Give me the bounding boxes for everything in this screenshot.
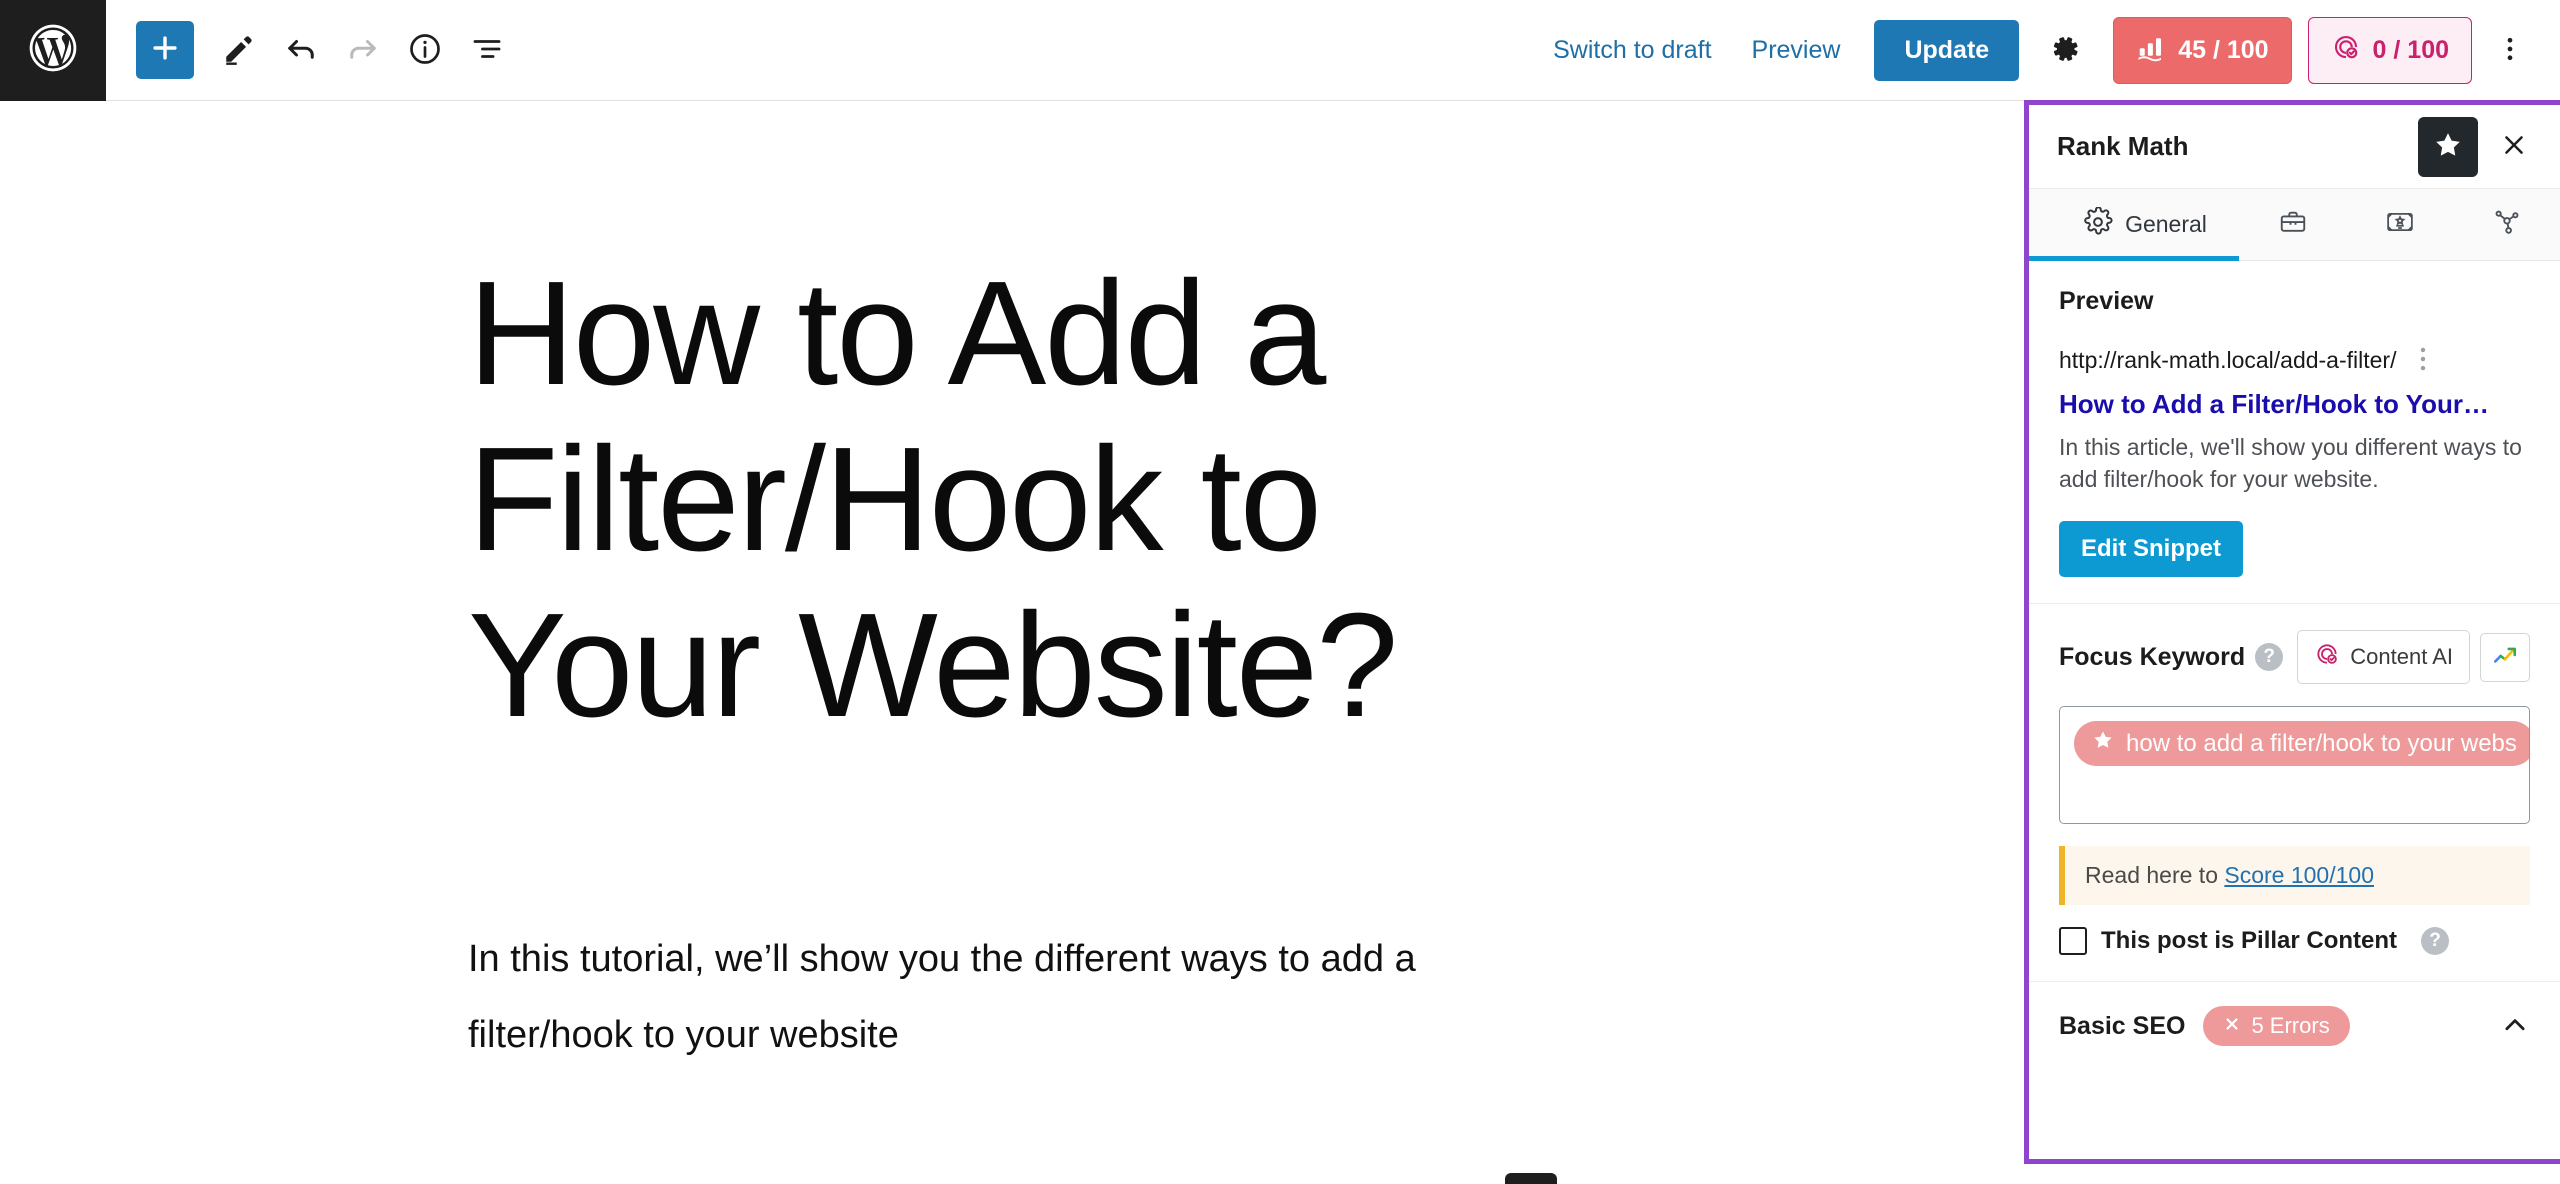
toolbar-left-group [106, 19, 518, 81]
score-notice: Read here to Score 100/100 [2059, 846, 2530, 906]
post-body-paragraph[interactable]: In this tutorial, we’ll show you the dif… [468, 921, 1578, 1073]
pillar-content-checkbox[interactable] [2059, 927, 2087, 956]
rank-math-sidebar-panel: Rank Math General Preview http://rank-ma… [2024, 100, 2560, 1164]
content-ai-target-icon [2331, 32, 2361, 69]
basic-seo-collapse-button[interactable] [2500, 1010, 2530, 1043]
tab-social[interactable] [2453, 189, 2560, 260]
tab-general-label: General [2125, 211, 2207, 237]
tab-advanced[interactable] [2239, 189, 2346, 260]
rank-math-favorite-button[interactable] [2418, 116, 2478, 177]
gear-icon [2048, 32, 2082, 69]
preview-snippet-description: In this article, we'll show you differen… [2059, 434, 2522, 492]
basic-seo-errors-text: 5 Errors [2251, 1013, 2330, 1039]
x-icon [2223, 1013, 2241, 1039]
seo-score-value: 45 / 100 [2178, 35, 2269, 64]
tab-general[interactable]: General [2029, 189, 2239, 261]
rank-math-title: Rank Math [2057, 131, 2189, 161]
list-view-icon [469, 31, 505, 70]
editor-top-toolbar: Switch to draft Preview Update 45 / 100 [0, 0, 2560, 101]
list-view-button[interactable] [456, 19, 518, 81]
schema-card-icon [2385, 207, 2415, 243]
info-icon [407, 31, 443, 70]
update-button[interactable]: Update [1874, 19, 2020, 81]
google-trends-button[interactable] [2480, 632, 2530, 682]
kebab-menu-icon [2495, 34, 2525, 67]
gear-icon [2083, 205, 2113, 243]
pencil-icon [221, 31, 257, 70]
content-ai-score-value: 0 / 100 [2372, 35, 2449, 64]
score-notice-link[interactable]: Score 100/100 [2224, 862, 2374, 888]
briefcase-icon [2278, 207, 2308, 243]
wordpress-logo-button[interactable] [0, 0, 106, 101]
preview-url: http://rank-math.local/add-a-filter/ [2059, 347, 2397, 373]
rank-math-tab-bar: General [2029, 189, 2560, 261]
focus-keyword-tag[interactable]: how to add a filter/hook to your webs [2074, 721, 2529, 767]
edit-snippet-button[interactable]: Edit Snippet [2059, 521, 2243, 578]
redo-button[interactable] [332, 19, 394, 81]
undo-button[interactable] [270, 19, 332, 81]
plus-icon [148, 31, 182, 70]
pillar-content-row[interactable]: This post is Pillar Content ? [2059, 927, 2530, 956]
preview-heading: Preview [2059, 287, 2154, 315]
vertical-dots-icon [2414, 346, 2432, 375]
snippet-preview-section: Preview http://rank-math.local/add-a-fil… [2029, 261, 2560, 605]
tab-schema[interactable] [2346, 189, 2453, 260]
more-options-button[interactable] [2482, 18, 2538, 82]
post-title[interactable]: How to Add a Filter/Hook to Your Website… [468, 251, 1538, 748]
switch-to-draft-button[interactable]: Switch to draft [1533, 26, 1731, 75]
focus-keyword-header: Focus Keyword ? Content AI [2059, 630, 2530, 685]
undo-icon [283, 31, 319, 70]
basic-seo-accordion-header[interactable]: Basic SEO 5 Errors [2029, 982, 2560, 1070]
preview-button[interactable]: Preview [1732, 26, 1861, 75]
focus-keyword-text: how to add a filter/hook to your webs [2126, 729, 2517, 757]
redo-icon [345, 31, 381, 70]
content-ai-button[interactable]: Content AI [2297, 630, 2470, 685]
star-icon [2433, 130, 2463, 163]
social-share-icon [2492, 207, 2522, 243]
focus-keyword-label: Focus Keyword [2059, 642, 2246, 671]
seo-bars-icon [2136, 32, 2166, 69]
help-icon[interactable]: ? [2255, 643, 2284, 672]
seo-score-badge[interactable]: 45 / 100 [2113, 16, 2292, 84]
editor-canvas: How to Add a Filter/Hook to Your Website… [0, 101, 2020, 1184]
add-block-toolbar-button[interactable] [136, 21, 194, 79]
rank-math-header: Rank Math [2029, 105, 2560, 189]
inline-add-block-button[interactable] [1505, 1173, 1557, 1184]
trending-arrow-icon [2492, 643, 2518, 672]
wordpress-logo-icon [25, 20, 81, 81]
focus-keyword-section: Focus Keyword ? Content AI how to add a … [2029, 604, 2560, 983]
pillar-content-label: This post is Pillar Content [2101, 927, 2398, 955]
settings-button[interactable] [2033, 18, 2097, 82]
toolbar-right-group: Switch to draft Preview Update 45 / 100 [1533, 16, 2560, 84]
preview-menu-button[interactable] [2410, 342, 2436, 379]
preview-snippet-title: How to Add a Filter/Hook to Your… [2059, 389, 2489, 419]
focus-keyword-input[interactable]: how to add a filter/hook to your webs [2059, 706, 2530, 825]
focus-keyword-actions: Content AI [2297, 630, 2530, 685]
content-ai-button-label: Content AI [2350, 644, 2453, 670]
basic-seo-title: Basic SEO [2059, 1011, 2186, 1040]
star-icon [2092, 729, 2114, 758]
close-panel-button[interactable] [2486, 119, 2542, 175]
chevron-up-icon [2500, 1010, 2530, 1043]
close-icon [2500, 131, 2528, 162]
content-ai-score-badge[interactable]: 0 / 100 [2307, 16, 2472, 84]
content-ai-target-icon [2314, 641, 2340, 673]
score-notice-text: Read here to [2085, 862, 2225, 889]
edit-tool-button[interactable] [208, 19, 270, 81]
document-info-button[interactable] [394, 19, 456, 81]
help-icon[interactable]: ? [2421, 927, 2450, 956]
basic-seo-errors-badge: 5 Errors [2203, 1006, 2350, 1047]
preview-url-row: http://rank-math.local/add-a-filter/ [2059, 342, 2530, 379]
